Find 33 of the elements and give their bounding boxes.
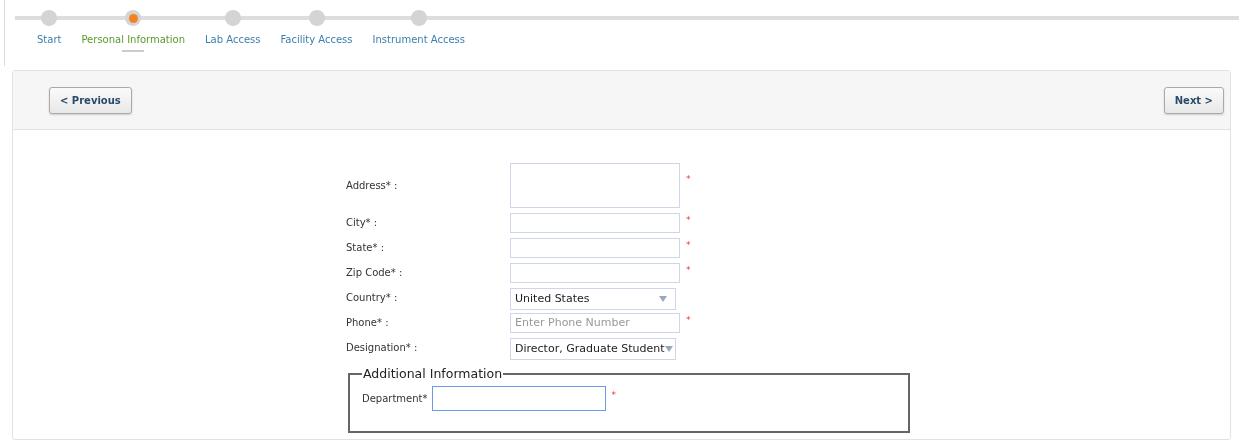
field-label: Country* : [346, 292, 399, 303]
dropdown[interactable]: United States [510, 287, 676, 310]
required-mark: * [686, 215, 691, 225]
field-label: City* : [346, 217, 379, 228]
caret-icon [659, 295, 667, 302]
caret-icon [664, 345, 673, 352]
field-label: Department* [362, 392, 428, 404]
step-tab[interactable]: Start [37, 34, 62, 45]
step-tab[interactable]: Lab Access [205, 34, 261, 45]
field-label: Zip Code* : [346, 267, 404, 278]
input-field[interactable]: Enter Phone Number [510, 312, 680, 333]
input-field[interactable] [510, 212, 680, 233]
next-button[interactable]: Next > [1163, 86, 1224, 114]
step-tab[interactable]: Instrument Access [372, 34, 465, 45]
required-mark: * [686, 265, 691, 275]
input-field[interactable] [431, 385, 606, 411]
input-field[interactable] [510, 262, 680, 283]
field-label: State* : [346, 242, 386, 253]
group-legend: Additional Information [362, 366, 504, 381]
dropdown[interactable]: Director, Graduate Student [510, 337, 676, 360]
step-tab[interactable]: Facility Access [280, 34, 353, 45]
input-field[interactable] [510, 237, 680, 258]
field-label: Address* : [346, 179, 399, 191]
required-mark: * [686, 240, 691, 250]
required-mark: * [686, 174, 691, 184]
field-label: Phone* : [346, 317, 390, 328]
required-mark: * [611, 390, 616, 400]
step-tab[interactable]: Personal Information [81, 34, 185, 45]
field-label: Designation* : [346, 342, 419, 353]
address-field[interactable] [510, 162, 680, 208]
previous-button[interactable]: < Previous [49, 86, 132, 114]
active-underline [122, 50, 145, 52]
required-mark: * [686, 315, 691, 325]
